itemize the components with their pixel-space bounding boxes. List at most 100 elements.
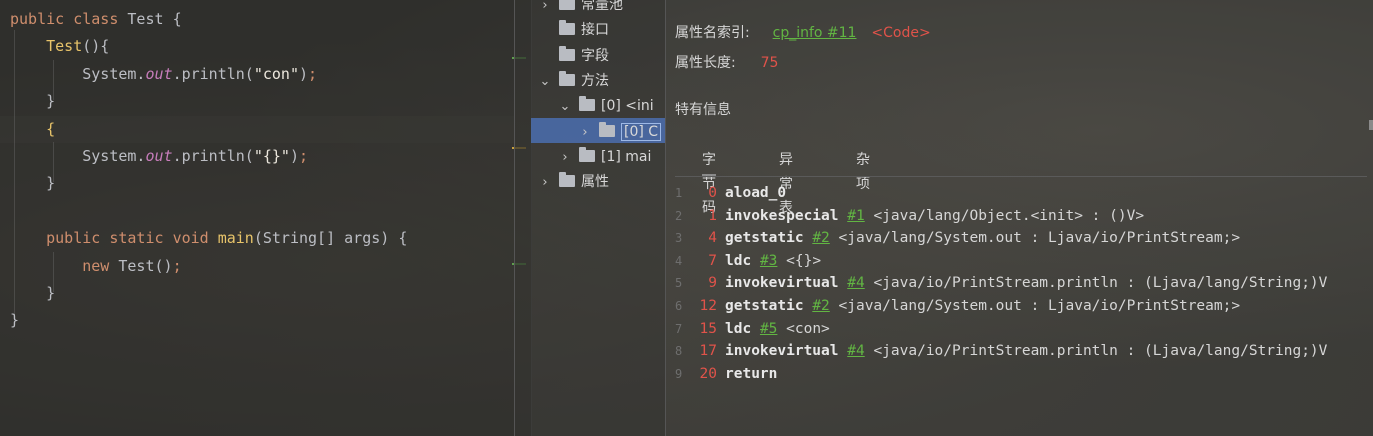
code-token: } <box>10 174 56 193</box>
bytecode-line[interactable]: 7 15 ldc #5 <con> <box>675 318 830 341</box>
line-number: 2 <box>675 208 683 223</box>
folder-icon <box>559 0 575 10</box>
tree-node-label: [0] C <box>621 122 662 141</box>
pane-splitter[interactable] <box>514 0 532 436</box>
bytecode-line[interactable]: 3 4 getstatic #2 <java/lang/System.out : L… <box>675 227 1240 250</box>
chevron-right-icon[interactable]: › <box>577 120 593 145</box>
code-line[interactable]: new Test(); <box>10 253 181 280</box>
line-number: 4 <box>675 253 683 268</box>
line-number: 9 <box>675 366 683 381</box>
code-line[interactable]: } <box>10 280 55 307</box>
folder-icon <box>559 20 575 36</box>
code-editor[interactable]: public class Test { Test(){ System.out.p… <box>0 0 526 436</box>
code-token: ) <box>299 64 309 83</box>
chevron-right-icon[interactable]: › <box>537 170 553 195</box>
constant-pool-ref-link[interactable]: #4 <box>847 275 864 291</box>
folder-icon <box>559 172 575 188</box>
code-token: void <box>172 229 218 248</box>
bytecode-offset: 9 <box>708 275 717 292</box>
tree-node[interactable]: › 属性 <box>537 170 609 195</box>
chevron-down-icon[interactable]: ⌄ <box>537 69 553 94</box>
code-token: out <box>145 147 173 165</box>
name-index-link[interactable]: cp_info #11 <box>773 25 857 41</box>
code-line[interactable]: System.out.println("{}"); <box>10 143 308 170</box>
code-token: System. <box>10 147 146 165</box>
tree-node[interactable]: 接口 <box>537 18 609 43</box>
tab-underline <box>675 176 1367 177</box>
tree-node[interactable]: ⌄ 方法 <box>537 69 609 94</box>
tree-node-label: 常量池 <box>581 0 623 13</box>
current-line-highlight <box>0 116 514 143</box>
chevron-right-icon[interactable]: › <box>557 145 573 170</box>
bytecode-offset: 15 <box>699 320 717 337</box>
bytecode-line[interactable]: 5 9 invokevirtual #4 <java/io/PrintStream.… <box>675 272 1327 295</box>
chevron-down-icon[interactable]: ⌄ <box>557 94 573 119</box>
code-line[interactable]: } <box>10 307 19 334</box>
tree-node-label: [0] <ini <box>601 98 654 115</box>
tree-node[interactable]: › [1] mai <box>557 145 651 170</box>
code-line[interactable]: public class Test { <box>10 6 182 33</box>
constant-pool-ref-link[interactable]: #2 <box>812 230 829 246</box>
constant-pool-ref-link[interactable]: #3 <box>760 253 777 269</box>
bytecode-line[interactable]: 2 1 invokespecial #1 <java/lang/Object.<in… <box>675 205 1144 228</box>
constant-pool-ref-link[interactable]: #5 <box>760 321 777 337</box>
bytecode-line[interactable]: 9 20 return <box>675 363 777 386</box>
opcode-argument: <java/lang/System.out : Ljava/io/PrintSt… <box>838 298 1241 314</box>
constant-pool-ref-link[interactable]: #4 <box>847 343 864 359</box>
code-line[interactable]: } <box>10 88 55 115</box>
chevron-right-icon[interactable]: › <box>537 0 553 18</box>
folder-icon <box>579 96 595 112</box>
code-token: } <box>10 284 56 302</box>
code-line[interactable]: } <box>10 170 55 197</box>
opcode: return <box>725 365 778 382</box>
code-token: (String[] args) { <box>253 229 408 248</box>
line-number: 7 <box>675 321 683 336</box>
opcode-argument: <java/io/PrintStream.println : (Ljava/la… <box>873 275 1328 292</box>
code-line[interactable]: Test(){ <box>10 33 109 60</box>
tab-exception-table[interactable]: 异常表 <box>779 148 793 216</box>
code-token: main <box>217 229 254 248</box>
code-token: { <box>10 119 56 138</box>
code-token: .println( <box>172 64 254 83</box>
code-line[interactable]: public static void main(String[] args) { <box>10 225 407 252</box>
code-line[interactable]: { <box>10 116 55 143</box>
code-token: } <box>10 311 20 330</box>
scrollbar-thumb[interactable] <box>1369 120 1373 130</box>
opcode-argument: <con> <box>786 320 830 337</box>
bytecode-line[interactable]: 6 12 getstatic #2 <java/lang/System.out : … <box>675 295 1240 318</box>
bytecode-offset: 0 <box>708 185 717 201</box>
tab-bytecode[interactable]: 字节码 <box>702 148 716 216</box>
tree-node-label: [1] mai <box>601 148 652 165</box>
opcode: getstatic <box>725 298 804 314</box>
opcode: ldc <box>725 252 752 269</box>
tab-misc[interactable]: 杂项 <box>856 148 870 192</box>
line-number: 5 <box>675 276 683 291</box>
tree-node-label: 方法 <box>581 72 609 89</box>
tree-node[interactable]: › 常量池 <box>537 0 623 18</box>
bytecode-line[interactable]: 4 7 ldc #3 <{}> <box>675 250 821 273</box>
code-token: "con" <box>253 64 299 83</box>
opcode: ldc <box>725 320 752 337</box>
folder-icon <box>599 121 615 137</box>
constant-pool-ref-link[interactable]: #1 <box>847 208 864 224</box>
code-token: System. <box>10 64 146 83</box>
constant-pool-ref-link[interactable]: #2 <box>812 298 829 314</box>
bytecode-line[interactable]: 1 0 aload_0 <box>675 182 786 205</box>
code-token: .println( <box>172 147 254 165</box>
tree-node[interactable]: › [0] C <box>577 120 662 145</box>
bytecode-line[interactable]: 8 17 invokevirtual #4 <java/io/PrintStream… <box>675 340 1327 363</box>
code-token: ; <box>299 147 309 165</box>
code-token: Test <box>46 37 83 56</box>
opcode: invokevirtual <box>725 343 839 360</box>
code-token: class <box>73 10 128 28</box>
opcode-argument: <java/io/PrintStream.println : (Ljava/la… <box>873 343 1328 360</box>
name-index-row: 属性名索引: cp_info #11 <Code> <box>675 22 931 42</box>
class-structure-tree[interactable]: › 常量池 接口 字段 ⌄ 方法 ⌄ [0] <ini › [0] C › [1] mai › 属性 <box>531 0 665 436</box>
line-number: 3 <box>675 231 683 246</box>
tree-node[interactable]: ⌄ [0] <ini <box>557 94 654 119</box>
attribute-detail-panel: 属性名索引: cp_info #11 <Code> 属性长度: 75 特有信息 … <box>666 0 1373 436</box>
tree-node[interactable]: 字段 <box>537 44 609 69</box>
code-line[interactable]: System.out.println("con"); <box>10 61 317 88</box>
specific-info-label: 特有信息 <box>675 102 731 118</box>
